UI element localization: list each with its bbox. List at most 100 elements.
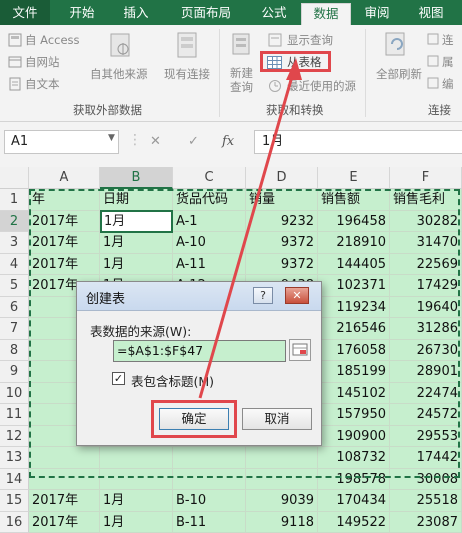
table-cell[interactable]: 23087 bbox=[390, 512, 462, 533]
column-header-d[interactable]: D bbox=[246, 167, 318, 189]
table-cell[interactable]: 176058 bbox=[318, 340, 390, 362]
header-cell[interactable]: 日期 bbox=[100, 189, 173, 211]
table-cell[interactable]: 149522 bbox=[318, 512, 390, 533]
table-cell[interactable] bbox=[29, 469, 100, 491]
table-cell[interactable]: 196458 bbox=[318, 211, 390, 233]
from-text-button[interactable]: 自文本 bbox=[25, 76, 60, 92]
header-cell[interactable]: 年 bbox=[29, 189, 100, 211]
column-header-a[interactable]: A bbox=[29, 167, 100, 189]
tab-review[interactable]: 审阅 bbox=[356, 3, 398, 25]
table-cell[interactable]: 9372 bbox=[246, 232, 318, 254]
row-header[interactable]: 16 bbox=[0, 512, 29, 533]
table-cell[interactable]: 30282 bbox=[390, 211, 462, 233]
table-cell[interactable]: 9039 bbox=[246, 490, 318, 512]
tab-view[interactable]: 视图 bbox=[410, 3, 452, 25]
from-web-button[interactable]: 自网站 bbox=[25, 54, 60, 70]
table-cell[interactable]: 2017年 bbox=[29, 254, 100, 276]
row-header[interactable]: 7 bbox=[0, 318, 29, 340]
row-header[interactable]: 11 bbox=[0, 404, 29, 426]
table-cell[interactable]: 9232 bbox=[246, 211, 318, 233]
table-cell[interactable] bbox=[173, 469, 246, 491]
close-button[interactable]: ✕ bbox=[285, 287, 309, 304]
active-cell-b2[interactable]: 1月 bbox=[100, 210, 173, 233]
header-cell[interactable]: 销售额 bbox=[318, 189, 390, 211]
table-cell[interactable]: 2017年 bbox=[29, 232, 100, 254]
table-cell[interactable]: 29553 bbox=[390, 426, 462, 448]
table-cell[interactable]: 17442 bbox=[390, 447, 462, 469]
table-cell[interactable]: 190900 bbox=[318, 426, 390, 448]
table-cell[interactable]: 216546 bbox=[318, 318, 390, 340]
row-header[interactable]: 3 bbox=[0, 232, 29, 254]
table-cell[interactable]: B-11 bbox=[173, 512, 246, 533]
table-cell[interactable]: 31286 bbox=[390, 318, 462, 340]
table-cell[interactable]: 1月 bbox=[100, 232, 173, 254]
table-cell[interactable]: 22569 bbox=[390, 254, 462, 276]
formula-input[interactable]: 1月 bbox=[254, 130, 462, 154]
table-cell[interactable]: 144405 bbox=[318, 254, 390, 276]
table-cell[interactable]: 198578 bbox=[318, 469, 390, 491]
table-cell[interactable]: 26730 bbox=[390, 340, 462, 362]
table-cell[interactable]: 2017年 bbox=[29, 211, 100, 233]
tab-file[interactable]: 文件 bbox=[0, 0, 50, 25]
header-cell[interactable]: 销量 bbox=[246, 189, 318, 211]
new-query-button[interactable]: 新建 查询 bbox=[230, 66, 253, 94]
name-box[interactable]: A1 bbox=[4, 130, 119, 154]
table-cell[interactable]: 30008 bbox=[390, 469, 462, 491]
table-cell[interactable] bbox=[29, 447, 100, 469]
row-header[interactable]: 9 bbox=[0, 361, 29, 383]
row-header[interactable]: 13 bbox=[0, 447, 29, 469]
table-cell[interactable] bbox=[100, 469, 173, 491]
recent-sources-button[interactable]: 最近使用的源 bbox=[287, 78, 356, 94]
show-queries-button[interactable]: 显示查询 bbox=[287, 32, 333, 48]
has-headers-checkbox[interactable]: ✓ bbox=[112, 372, 125, 385]
header-cell[interactable]: 货品代码 bbox=[173, 189, 246, 211]
confirm-entry-icon[interactable]: ✓ bbox=[188, 134, 199, 149]
table-cell[interactable]: 28901 bbox=[390, 361, 462, 383]
table-cell[interactable]: 19640 bbox=[390, 297, 462, 319]
row-header[interactable]: 15 bbox=[0, 490, 29, 512]
row-header[interactable]: 6 bbox=[0, 297, 29, 319]
cancel-button[interactable]: 取消 bbox=[242, 408, 312, 430]
from-other-sources-button[interactable]: 自其他来源 bbox=[90, 66, 148, 82]
table-cell[interactable]: A-10 bbox=[173, 232, 246, 254]
header-cell[interactable]: 销售毛利 bbox=[390, 189, 462, 211]
column-header-e[interactable]: E bbox=[318, 167, 390, 189]
table-cell[interactable]: 22474 bbox=[390, 383, 462, 405]
row-header[interactable]: 2 bbox=[0, 211, 29, 233]
tab-formulas[interactable]: 公式 bbox=[253, 3, 295, 25]
table-cell[interactable] bbox=[100, 447, 173, 469]
properties-button[interactable]: 属 bbox=[442, 54, 454, 70]
from-access-button[interactable]: 自 Access bbox=[25, 32, 80, 48]
row-header[interactable]: 8 bbox=[0, 340, 29, 362]
refresh-all-button[interactable]: 全部刷新 bbox=[376, 66, 422, 82]
table-cell[interactable]: 25518 bbox=[390, 490, 462, 512]
table-cell[interactable]: 2017年 bbox=[29, 490, 100, 512]
range-input[interactable]: =$A$1:$F$47 bbox=[113, 340, 286, 362]
row-header[interactable]: 4 bbox=[0, 254, 29, 276]
table-cell[interactable]: 1月 bbox=[100, 254, 173, 276]
table-cell[interactable]: 102371 bbox=[318, 275, 390, 297]
row-header[interactable]: 10 bbox=[0, 383, 29, 405]
table-cell[interactable] bbox=[246, 469, 318, 491]
table-cell[interactable]: 9118 bbox=[246, 512, 318, 533]
row-header[interactable]: 5 bbox=[0, 275, 29, 297]
name-box-dropdown-icon[interactable]: ▼ bbox=[108, 133, 115, 143]
table-cell[interactable]: A-1 bbox=[173, 211, 246, 233]
edit-links-button[interactable]: 编 bbox=[442, 76, 454, 92]
tab-page-layout[interactable]: 页面布局 bbox=[168, 3, 244, 25]
insert-function-icon[interactable]: fx bbox=[222, 134, 234, 149]
row-header[interactable]: 1 bbox=[0, 189, 29, 211]
table-cell[interactable]: 157950 bbox=[318, 404, 390, 426]
table-cell[interactable]: 31470 bbox=[390, 232, 462, 254]
collapse-dialog-button[interactable] bbox=[289, 339, 311, 361]
tab-insert[interactable]: 插入 bbox=[115, 3, 157, 25]
row-header[interactable]: 12 bbox=[0, 426, 29, 448]
column-header-b[interactable]: B bbox=[100, 167, 173, 189]
table-cell[interactable]: 108732 bbox=[318, 447, 390, 469]
table-cell[interactable]: 145102 bbox=[318, 383, 390, 405]
column-header-c[interactable]: C bbox=[173, 167, 246, 189]
cancel-entry-icon[interactable]: ✕ bbox=[150, 134, 161, 149]
tab-home[interactable]: 开始 bbox=[61, 3, 103, 25]
connections-button[interactable]: 连 bbox=[442, 32, 454, 48]
table-cell[interactable]: 119234 bbox=[318, 297, 390, 319]
